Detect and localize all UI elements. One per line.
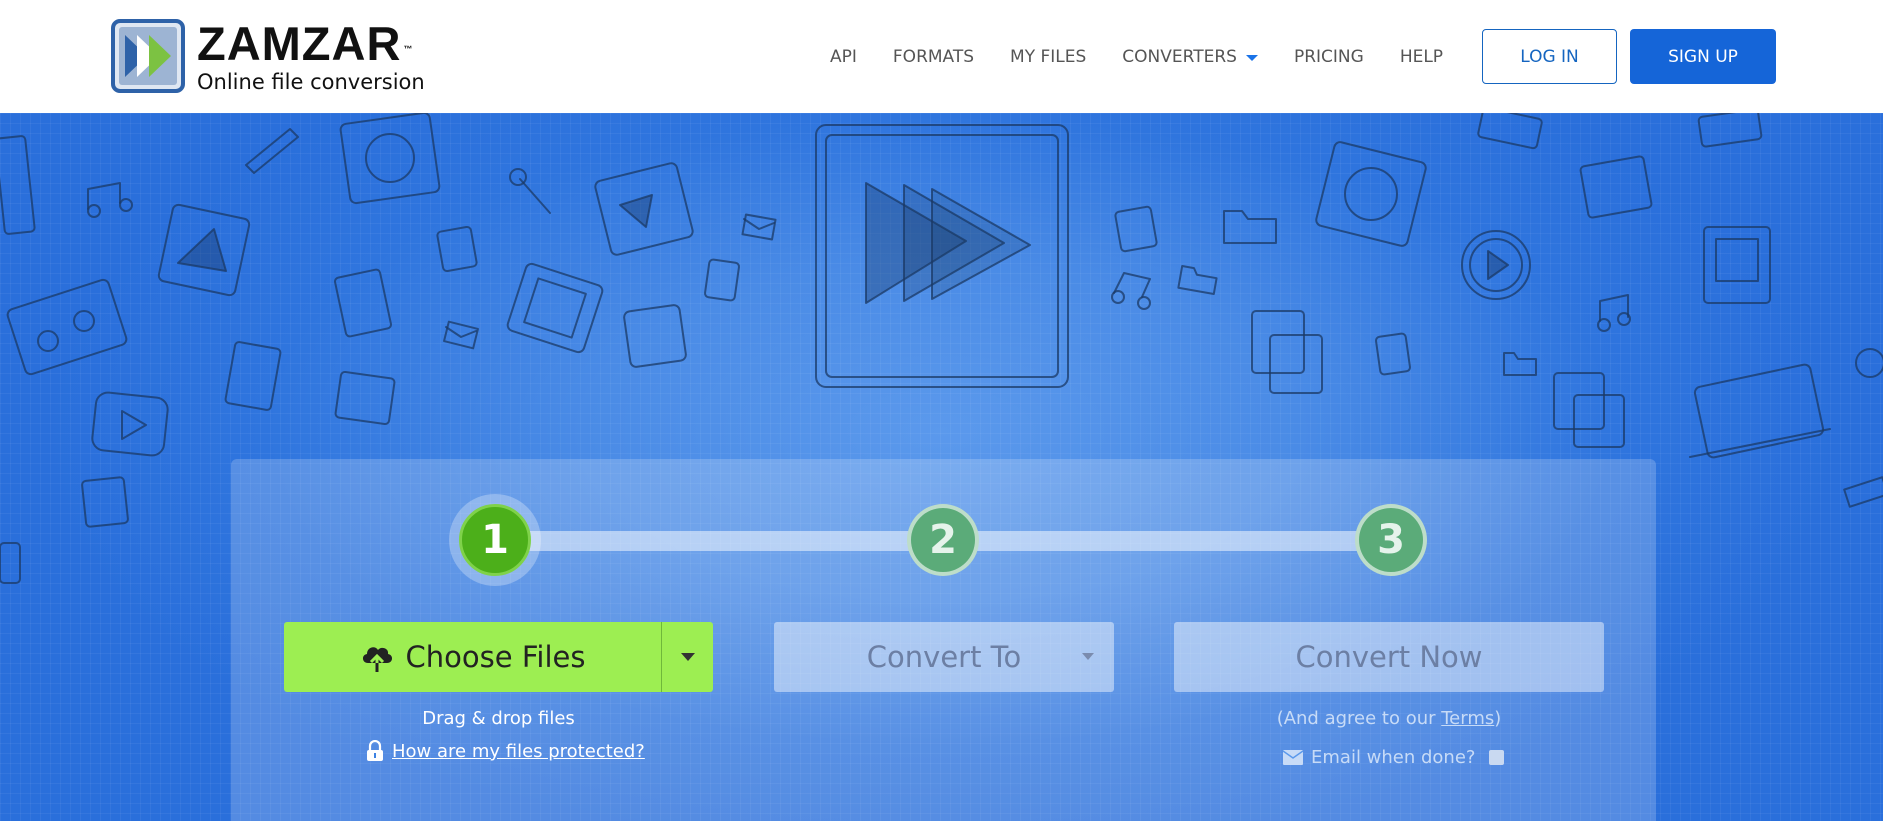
central-logo-sketch-icon: [815, 124, 1069, 388]
clipboard-icon: [1553, 372, 1625, 448]
small-file-icon: [704, 258, 740, 302]
logo-text: ZAMZAR ™ Online file conversion: [197, 17, 425, 94]
video-file-icon: [594, 162, 694, 256]
refresh-card-icon: [1315, 141, 1427, 247]
trademark-symbol: ™: [403, 44, 413, 54]
convert-now-label: Convert Now: [1295, 640, 1483, 674]
convert-now-button[interactable]: Convert Now: [1174, 622, 1604, 692]
step-3-indicator: 3: [1355, 504, 1427, 576]
laptop-icon: [1689, 363, 1831, 459]
mov-file-icon: [224, 341, 282, 411]
document-card-icon: [623, 304, 687, 368]
wrench-icon: [509, 168, 551, 214]
ruler-icon: [1843, 476, 1883, 508]
small-file-icon: [436, 225, 478, 273]
envelope-icon: [443, 320, 479, 350]
convert-to-label: Convert To: [866, 640, 1022, 674]
zamzar-logo-icon: [111, 19, 185, 93]
convert-to-select[interactable]: Convert To: [774, 622, 1114, 692]
image-card-icon: [1697, 113, 1763, 148]
cassette-icon: [6, 278, 128, 376]
choose-files-label: Choose Files: [405, 640, 586, 674]
pencil-icon: [245, 128, 299, 174]
music-note-icon: [87, 182, 133, 218]
file-protection-link-text: How are my files protected?: [392, 740, 645, 762]
chevron-down-icon: [680, 653, 695, 661]
login-button[interactable]: LOG IN: [1482, 29, 1617, 84]
email-when-done-label: Email when done?: [1311, 747, 1476, 768]
choose-files-button-group: Choose Files: [284, 622, 713, 692]
choose-files-button[interactable]: Choose Files: [284, 622, 661, 692]
step-1-indicator: 1: [459, 504, 531, 576]
play-triangle-icon: [157, 203, 251, 297]
image-card-icon: [1477, 113, 1543, 150]
drag-drop-hint: Drag & drop files: [422, 708, 575, 729]
zamzar-logo[interactable]: ZAMZAR ™ Online file conversion: [111, 19, 441, 95]
agree-prefix: (And agree to our: [1276, 708, 1442, 729]
small-file-icon: [81, 476, 129, 528]
nav-item-my-files[interactable]: MY FILES: [1010, 47, 1086, 67]
small-file-icon: [1375, 332, 1411, 376]
mp3-file-icon: [334, 268, 392, 338]
video-file-icon: [1579, 155, 1653, 219]
image-frame-icon: [1703, 226, 1771, 304]
file-protection-link[interactable]: How are my files protected?: [366, 740, 645, 762]
terms-agreement: (And agree to our Terms): [1174, 708, 1604, 729]
email-when-done-checkbox[interactable]: [1489, 750, 1505, 765]
clipboard-icon: [1251, 310, 1323, 394]
nav-item-converters[interactable]: CONVERTERS: [1122, 47, 1258, 67]
chevron-down-icon: [1082, 653, 1094, 660]
small-file-icon: [0, 135, 36, 235]
nav-item-formats[interactable]: FORMATS: [893, 47, 974, 67]
brand-tagline: Online file conversion: [197, 70, 425, 94]
nav-item-api[interactable]: API: [830, 47, 857, 67]
email-when-done: Email when done?: [1283, 747, 1505, 768]
play-circle-card-icon: [91, 391, 169, 457]
music-note-icon: [1111, 272, 1151, 310]
envelope-icon: [1283, 750, 1303, 765]
refresh-card-icon: [339, 113, 441, 205]
film-icon: [506, 262, 604, 354]
small-file-icon: [1114, 205, 1158, 253]
lock-icon: [367, 740, 383, 761]
image-card-icon: [334, 370, 396, 426]
envelope-icon: [741, 213, 777, 241]
folder-icon: [1177, 265, 1218, 295]
nav-item-pricing[interactable]: PRICING: [1294, 47, 1364, 67]
play-circle-icon: [1461, 230, 1531, 300]
site-header: ZAMZAR ™ Online file conversion API FORMA…: [0, 0, 1883, 113]
main-nav: API FORMATS MY FILES CONVERTERS PRICING …: [830, 30, 1479, 84]
folder-icon: [1503, 352, 1537, 376]
folder-icon: [1223, 210, 1277, 244]
small-file-icon: [0, 542, 21, 584]
chevron-down-icon: [1245, 55, 1258, 61]
magnifier-icon: [1855, 348, 1883, 378]
brand-name: ZAMZAR ™: [197, 17, 413, 70]
signup-button[interactable]: SIGN UP: [1630, 29, 1776, 84]
music-note-icon: [1597, 294, 1631, 332]
agree-suffix: ): [1494, 708, 1502, 729]
step-2-indicator: 2: [907, 504, 979, 576]
terms-link[interactable]: Terms: [1441, 708, 1494, 729]
cloud-upload-icon: [362, 647, 392, 672]
nav-item-help[interactable]: HELP: [1400, 47, 1443, 67]
choose-files-dropdown-toggle[interactable]: [661, 622, 713, 692]
